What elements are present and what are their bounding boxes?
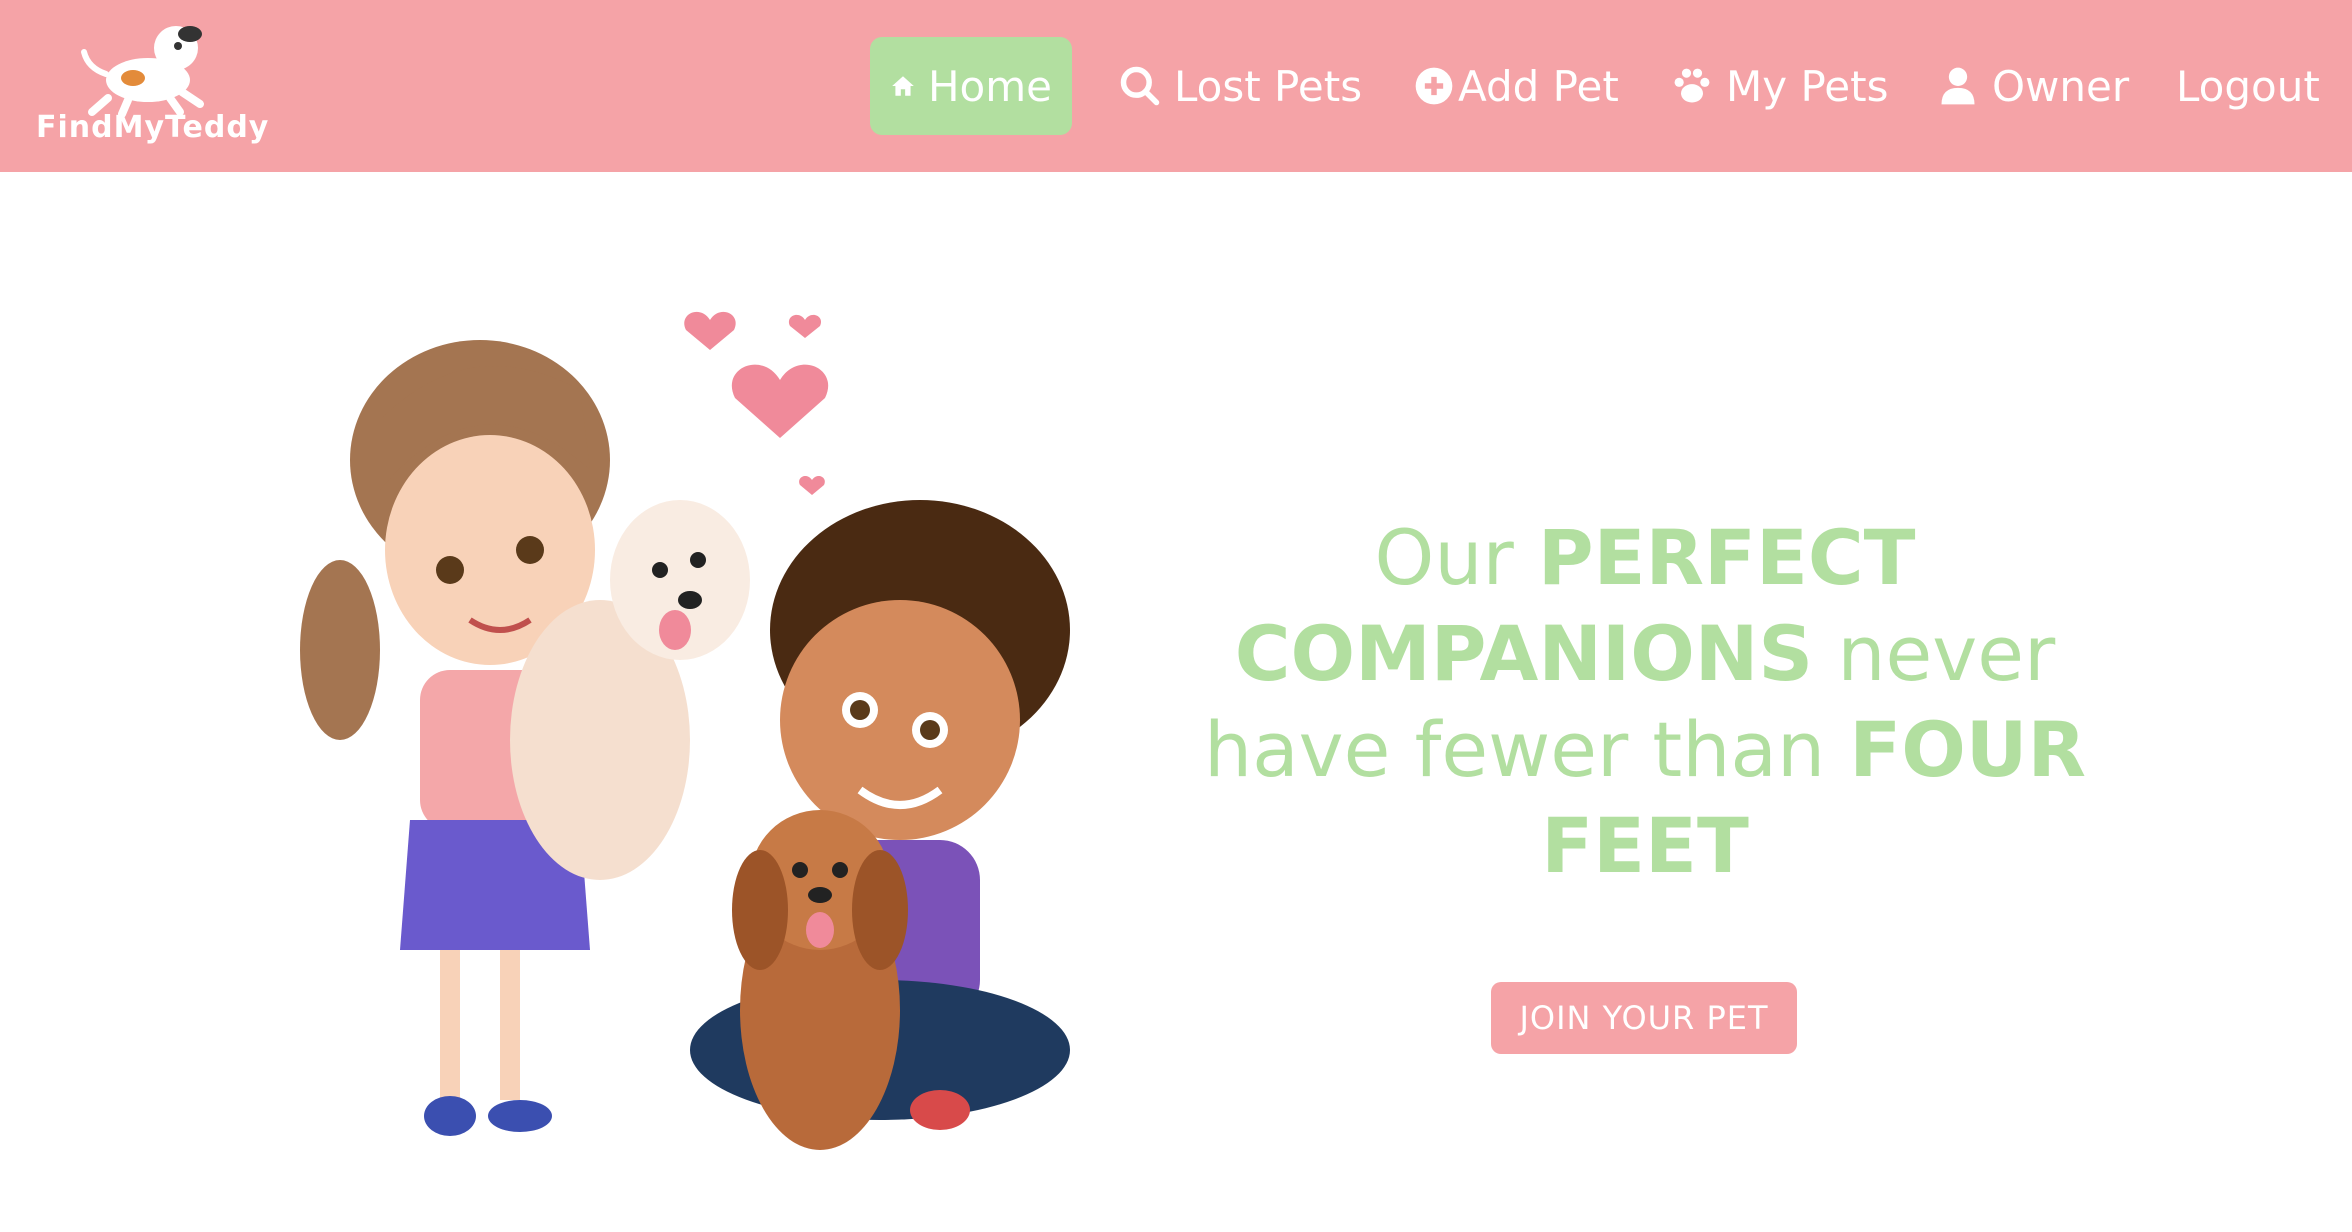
- nav-add-pet-label: Add Pet: [1458, 61, 1619, 111]
- nav-logout[interactable]: Logout: [2176, 37, 2320, 135]
- plus-circle-icon: [1415, 67, 1453, 105]
- nav-owner-label: Owner: [1992, 61, 2130, 111]
- nav-lost-pets[interactable]: Lost Pets: [1118, 37, 1362, 135]
- nav-my-pets[interactable]: My Pets: [1670, 37, 1888, 135]
- home-icon: [892, 76, 914, 96]
- dog-logo-icon: [81, 26, 204, 118]
- user-icon: [1941, 67, 1975, 105]
- nav-add-pet[interactable]: Add Pet: [1412, 37, 1619, 135]
- brown-dog: [732, 810, 908, 1150]
- nav-lost-pets-label: Lost Pets: [1174, 61, 1363, 111]
- nav-my-pets-label: My Pets: [1726, 61, 1889, 111]
- search-icon: [1120, 66, 1160, 106]
- paw-icon: [1674, 68, 1710, 103]
- nav-owner[interactable]: Owner: [1936, 37, 2129, 135]
- nav-home-label: Home: [927, 61, 1052, 111]
- hero-headline: Our PERFECT COMPANIONS never have fewer …: [1200, 510, 2090, 894]
- brand-logo[interactable]: FindMyTeddy: [28, 18, 268, 154]
- headline-part: Our: [1374, 513, 1538, 602]
- nav-logout-label: Logout: [2176, 61, 2320, 111]
- nav-home[interactable]: Home: [870, 37, 1072, 135]
- heart-icon: [684, 311, 829, 495]
- join-your-pet-button[interactable]: JOIN YOUR PET: [1491, 982, 1797, 1054]
- navbar: FindMyTeddy Home Lost Pets Add Pet My Pe…: [0, 0, 2352, 172]
- brand-name: FindMyTeddy: [36, 110, 270, 145]
- kids-with-dogs-illustration: [300, 311, 1070, 1150]
